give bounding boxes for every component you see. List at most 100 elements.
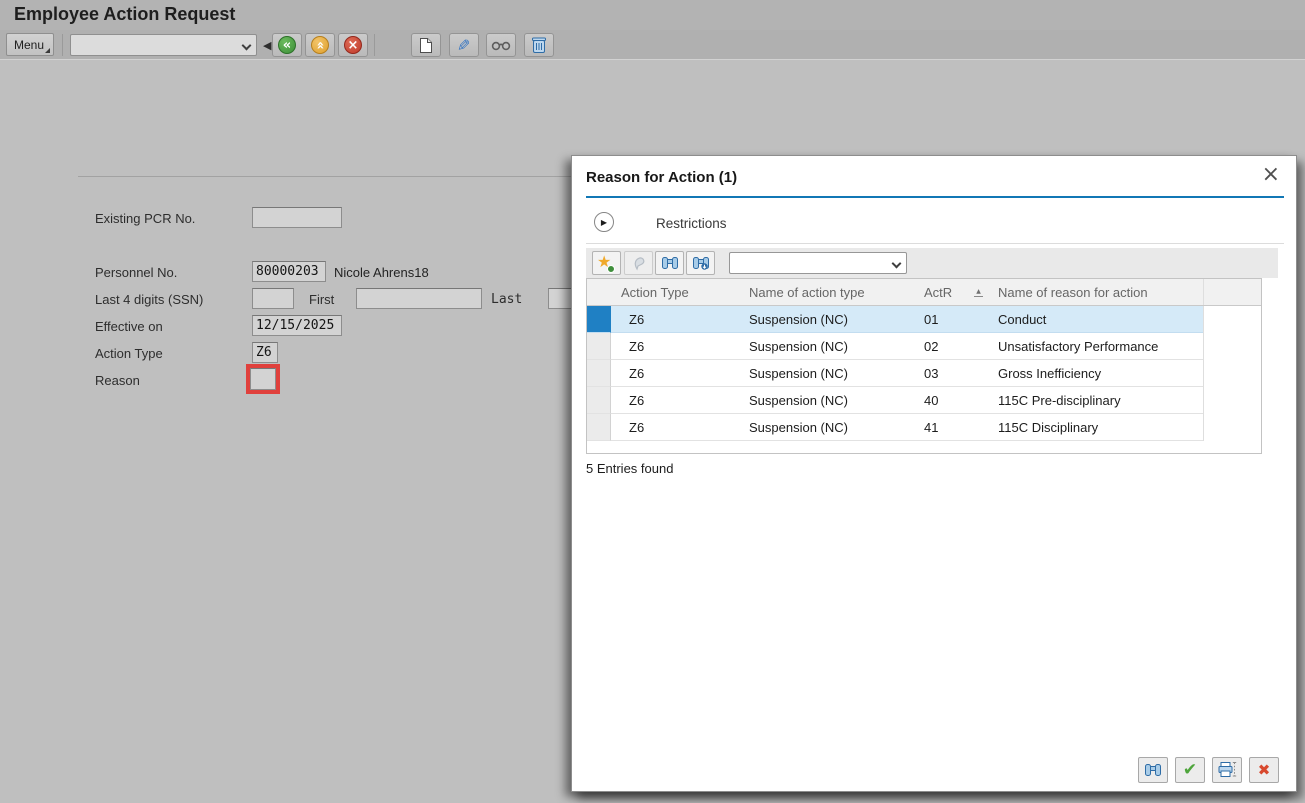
back-icon: « [278,36,296,54]
header-action-type[interactable]: Action Type [611,279,739,305]
find-next-button[interactable] [686,251,715,275]
ssn-label: Last 4 digits (SSN) [95,292,203,307]
accept-button[interactable]: ✔ [1175,757,1205,783]
cell-actr[interactable]: 40 [914,387,988,414]
dialog-title: Reason for Action (1) [586,169,737,186]
back-button[interactable]: « [272,33,302,57]
table-row[interactable]: Z6 Suspension (NC) 41 115C Disciplinary [587,414,1261,441]
cancel-button[interactable]: × [338,33,368,57]
restrictions-label: Restrictions [656,216,727,231]
row-selector-cell[interactable] [587,414,611,441]
personnel-no-label: Personnel No. [95,265,177,280]
row-selector-cell[interactable] [587,306,611,333]
binoculars-icon [661,255,679,271]
window-titlebar: Employee Action Request [0,0,1305,30]
dialog-find-button[interactable] [1138,757,1168,783]
cell-actr[interactable]: 02 [914,333,988,360]
header-name-of-action-type[interactable]: Name of action type [739,279,914,305]
cell-name-of-action-type[interactable]: Suspension (NC) [739,333,914,360]
cell-filler [1203,306,1261,333]
action-type-field[interactable] [252,342,278,363]
cell-name-of-action-type[interactable]: Suspension (NC) [739,306,914,333]
red-x-icon: ✖ [1258,761,1271,779]
entries-found-text: 5 Entries found [586,461,673,476]
cell-name-of-reason[interactable]: 115C Pre-disciplinary [988,387,1203,414]
action-type-label: Action Type [95,346,163,361]
glasses-icon [491,39,511,51]
sort-ascending-icon: ▲ [974,289,983,297]
cancel-icon: × [344,36,362,54]
first-name-label: First [309,292,334,307]
personnel-name-text: Nicole Ahrens18 [334,265,429,280]
dialog-title-underline [586,196,1284,198]
header-filler-cell [1203,279,1261,305]
header-selector-cell [587,279,611,305]
exit-button[interactable]: « [305,33,335,57]
existing-pcr-field[interactable] [252,207,342,228]
binoculars-next-icon [692,255,710,271]
menu-button[interactable]: Menu [6,33,54,56]
personal-value-list-button[interactable] [624,251,653,275]
command-field-combobox[interactable] [70,34,257,56]
dialog-cancel-button[interactable]: ✖ [1249,757,1279,783]
existing-pcr-label: Existing PCR No. [95,211,195,226]
dialog-close-icon[interactable]: × [1262,162,1280,187]
first-name-field[interactable] [356,288,482,309]
cell-name-of-reason[interactable]: Conduct [988,306,1203,333]
cell-actr[interactable]: 03 [914,360,988,387]
cell-name-of-reason[interactable]: 115C Disciplinary [988,414,1203,441]
value-help-table: Action Type Name of action type ActR ▲ N… [586,278,1262,454]
cell-name-of-action-type[interactable]: Suspension (NC) [739,360,914,387]
collapse-toolbar-icon[interactable]: ◀ [263,39,271,52]
personnel-no-field[interactable] [252,261,326,282]
dialog-toolbar: ★ [586,248,1278,278]
cell-name-of-reason[interactable]: Unsatisfactory Performance [988,333,1203,360]
reason-label: Reason [95,373,140,388]
toolbar-divider [62,34,63,56]
cell-name-of-action-type[interactable]: Suspension (NC) [739,414,914,441]
table-row[interactable]: Z6 Suspension (NC) 03 Gross Inefficiency [587,360,1261,387]
cell-action-type[interactable]: Z6 [611,387,739,414]
table-row[interactable]: Z6 Suspension (NC) 01 Conduct [587,306,1261,333]
table-row[interactable]: Z6 Suspension (NC) 02 Unsatisfactory Per… [587,333,1261,360]
cell-filler [1203,414,1261,441]
delete-button[interactable] [524,33,554,57]
cell-actr[interactable]: 01 [914,306,988,333]
insert-favorite-button[interactable]: ★ [592,251,621,275]
display-button[interactable] [486,33,516,57]
table-header-row: Action Type Name of action type ActR ▲ N… [587,279,1261,306]
ssn-field[interactable] [252,288,294,309]
exit-icon: « [311,36,329,54]
reason-field[interactable] [250,368,276,390]
create-button[interactable] [411,33,441,57]
cell-name-of-reason[interactable]: Gross Inefficiency [988,360,1203,387]
find-button[interactable] [655,251,684,275]
header-actr[interactable]: ActR ▲ [914,279,988,305]
header-name-of-reason[interactable]: Name of reason for action [988,279,1203,305]
table-body: Z6 Suspension (NC) 01 Conduct Z6 Suspens… [587,306,1261,441]
row-selector-cell[interactable] [587,333,611,360]
cell-action-type[interactable]: Z6 [611,333,739,360]
table-row[interactable]: Z6 Suspension (NC) 40 115C Pre-disciplin… [587,387,1261,414]
new-document-icon [419,37,433,54]
personal-list-icon [631,255,647,271]
expand-restrictions-button[interactable]: ▶ [594,212,614,232]
row-selector-cell[interactable] [587,360,611,387]
chevron-down-icon [892,259,902,269]
cell-action-type[interactable]: Z6 [611,306,739,333]
star-icon: ★ [598,255,615,272]
dialog-combobox[interactable] [729,252,907,274]
edit-button[interactable]: ✎ [449,33,479,57]
effective-on-field[interactable] [252,315,342,336]
toolbar-divider [374,34,375,56]
green-dot-icon [607,265,615,273]
chevron-down-icon [242,41,252,51]
cell-name-of-action-type[interactable]: Suspension (NC) [739,387,914,414]
cell-action-type[interactable]: Z6 [611,414,739,441]
cell-action-type[interactable]: Z6 [611,360,739,387]
print-button[interactable] [1212,757,1242,783]
cell-filler [1203,333,1261,360]
cell-actr[interactable]: 41 [914,414,988,441]
row-selector-cell[interactable] [587,387,611,414]
expand-right-triangle-icon: ▶ [601,218,607,227]
